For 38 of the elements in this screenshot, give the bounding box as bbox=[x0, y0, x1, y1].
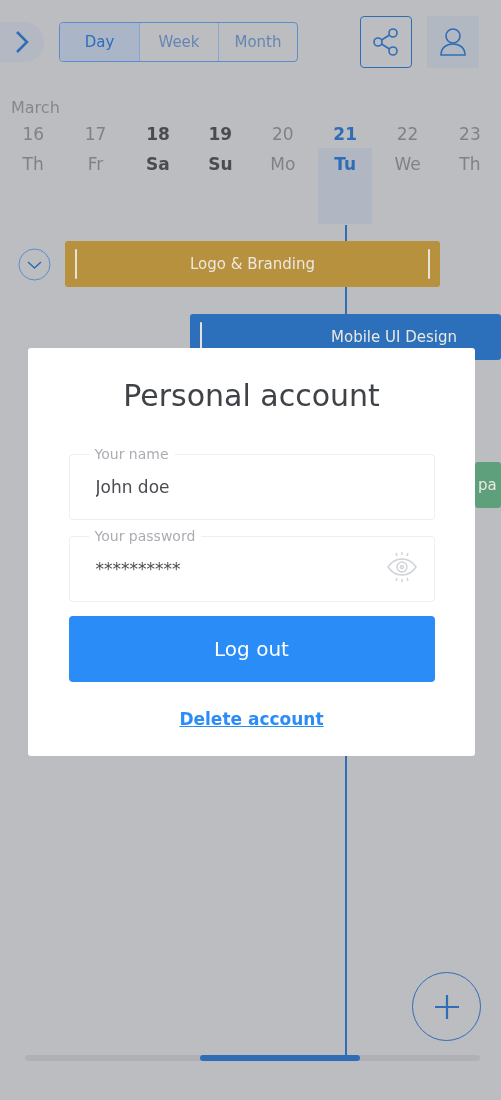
day-date: 16 bbox=[22, 123, 44, 146]
day-weekday[interactable]: Mo bbox=[255, 148, 310, 176]
log-out-button[interactable]: Log out bbox=[68, 616, 435, 682]
day-weekday[interactable]: We bbox=[380, 148, 435, 176]
chevron-right-icon bbox=[15, 30, 29, 54]
day-date: 20 bbox=[271, 123, 294, 146]
scrollbar[interactable] bbox=[25, 1055, 480, 1061]
day-weekday[interactable]: Th bbox=[6, 148, 61, 176]
event-title: pa bbox=[478, 476, 497, 494]
field-label: Your password bbox=[88, 527, 202, 545]
day-weekday[interactable]: Fr bbox=[68, 148, 123, 176]
user-icon bbox=[439, 27, 467, 57]
view-tab[interactable]: Month bbox=[218, 23, 297, 61]
event-title: Mobile UI Design bbox=[331, 328, 457, 346]
plus-icon bbox=[433, 993, 460, 1020]
day-weekday[interactable]: Tu bbox=[317, 148, 373, 224]
day-date: 18 bbox=[146, 123, 170, 146]
eye-icon[interactable] bbox=[385, 551, 418, 583]
day-date: 21 bbox=[333, 123, 357, 146]
event-bar[interactable]: Logo & Branding bbox=[65, 241, 440, 287]
view-tab[interactable]: Week bbox=[139, 23, 218, 61]
event-bar[interactable]: pa bbox=[475, 462, 501, 508]
profile-button[interactable] bbox=[427, 16, 479, 68]
day-weekday[interactable]: Sa bbox=[130, 148, 186, 176]
day-weekday[interactable]: Th bbox=[442, 148, 498, 176]
view-tab[interactable]: Day bbox=[60, 23, 139, 61]
event-title: Logo & Branding bbox=[189, 255, 316, 273]
dialog-title: Personal account bbox=[123, 377, 380, 415]
day-weekday[interactable]: Su bbox=[193, 148, 248, 176]
collapse-icon[interactable] bbox=[18, 248, 51, 281]
share-icon bbox=[372, 27, 400, 57]
day-date: 22 bbox=[396, 123, 419, 146]
next-button[interactable] bbox=[0, 22, 44, 62]
day-date: 19 bbox=[208, 123, 233, 146]
share-button[interactable] bbox=[360, 16, 412, 68]
day-date: 23 bbox=[459, 123, 481, 146]
day-date: 17 bbox=[84, 123, 107, 146]
delete-account-link[interactable]: Delete account bbox=[179, 709, 324, 729]
